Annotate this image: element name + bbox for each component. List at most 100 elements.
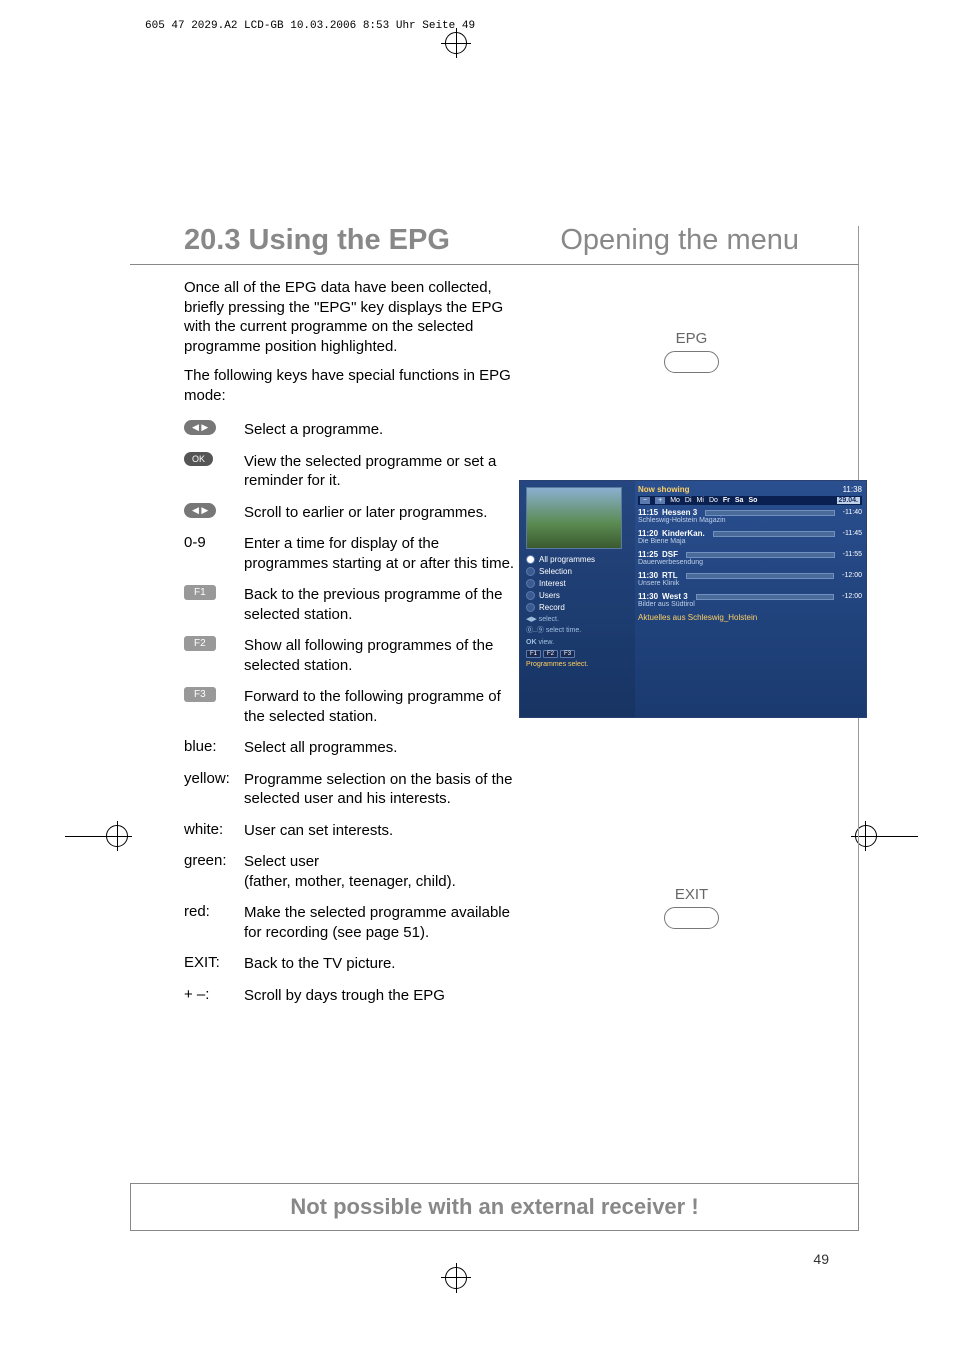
- epg-day: Fr: [723, 497, 730, 504]
- key-label: 0-9: [184, 534, 244, 573]
- epg-prog-channel: KinderKan.: [662, 529, 705, 538]
- reg-mark-cross: [865, 821, 866, 851]
- menu-dot-icon: [526, 603, 535, 612]
- epg-prog-end: -12:00: [842, 593, 862, 600]
- epg-prog-time: 11:25: [638, 550, 658, 559]
- menu-dot-icon: [526, 555, 535, 564]
- key-desc: Select a programme.: [244, 420, 524, 440]
- epg-prog-header: 11:30West 3-12:00: [638, 592, 862, 601]
- key-row: blue:Select all programmes.: [184, 738, 524, 758]
- key-row: red:Make the selected programme availabl…: [184, 903, 524, 942]
- epg-prog-title: Schleswig-Holstein Magazin: [638, 517, 862, 524]
- epg-screenshot: All programmes Selection Interest Users Reco…: [519, 480, 867, 718]
- epg-programme: 11:30West 3-12:00Bilder aus Südtirol: [638, 592, 862, 608]
- epg-button-outline: [664, 351, 719, 373]
- key-label: white:: [184, 821, 244, 841]
- epg-progress-bar: [696, 594, 834, 600]
- key-desc: Back to the previous programme of the se…: [244, 585, 524, 624]
- section-title-right: Opening the menu: [560, 224, 799, 257]
- epg-prog-end: -11:55: [843, 551, 862, 558]
- epg-menu: All programmes Selection Interest Users Reco…: [526, 555, 629, 612]
- epg-label: EPG: [664, 330, 719, 347]
- epg-topbar: Now showing 11:38: [638, 485, 862, 494]
- epg-date: 29.04.: [837, 497, 860, 504]
- title-divider: [130, 264, 859, 265]
- epg-menu-label: Record: [539, 603, 565, 612]
- print-header: 605 47 2029.A2 LCD-GB 10.03.2006 8:53 Uh…: [145, 20, 475, 32]
- key-desc: User can set interests.: [244, 821, 524, 841]
- epg-clock: 11:38: [843, 485, 862, 494]
- f-key-label: F2: [184, 636, 216, 651]
- epg-programme: 11:30RTL-12:00Unsere Klinik: [638, 571, 862, 587]
- epg-prog-select: Programmes select.: [526, 661, 629, 669]
- key-label: F1: [184, 585, 244, 624]
- epg-menu-item: Selection: [526, 567, 629, 576]
- epg-right-panel: Now showing 11:38 −+MoDiMiDoFrSaSo29.04.…: [638, 485, 862, 622]
- epg-progress-bar: [686, 573, 835, 579]
- epg-menu-label: Selection: [539, 567, 572, 576]
- menu-dot-icon: [526, 567, 535, 576]
- key-label: red:: [184, 903, 244, 942]
- key-desc: Enter a time for display of the programm…: [244, 534, 524, 573]
- epg-menu-label: Interest: [539, 579, 566, 588]
- page-number: 49: [813, 1251, 829, 1267]
- epg-prog-channel: RTL: [662, 571, 678, 580]
- epg-prog-time: 11:20: [638, 529, 658, 538]
- menu-dot-icon: [526, 591, 535, 600]
- intro-p2: The following keys have special function…: [184, 366, 524, 405]
- exit-button-outline: [664, 907, 719, 929]
- key-label: OK: [184, 452, 244, 491]
- epg-menu-item: Record: [526, 603, 629, 612]
- exit-key-illustration: EXIT: [664, 886, 719, 929]
- epg-day: Mi: [697, 497, 704, 504]
- epg-day: Sa: [735, 497, 744, 504]
- epg-prog-header: 11:15Hessen 3-11:40: [638, 508, 862, 517]
- key-label: ◀ ▶: [184, 503, 244, 523]
- epg-prog-channel: West 3: [662, 592, 688, 601]
- epg-prog-end: -12:00: [842, 572, 862, 579]
- key-label: ◀ ▶: [184, 420, 244, 440]
- epg-preview-thumbnail: [526, 487, 622, 549]
- epg-now-label: Now showing: [638, 485, 690, 494]
- epg-menu-item: Users: [526, 591, 629, 600]
- key-row: ◀ ▶Scroll to earlier or later programmes…: [184, 503, 524, 523]
- epg-prog-time: 11:15: [638, 508, 658, 517]
- epg-day: +: [655, 497, 665, 504]
- epg-prog-end: -11:40: [843, 509, 862, 516]
- epg-progress-bar: [705, 510, 834, 516]
- epg-menu-item: Interest: [526, 579, 629, 588]
- nav-ud-icon: ◀ ▶: [184, 503, 216, 518]
- epg-programme: 11:25DSF-11:55Dauerwerbesendung: [638, 550, 862, 566]
- epg-bottom-hint: Aktuelles aus Schleswig_Holstein: [638, 613, 862, 622]
- key-desc: Show all following programmes of the sel…: [244, 636, 524, 675]
- key-label: blue:: [184, 738, 244, 758]
- epg-daybar: −+MoDiMiDoFrSaSo29.04.: [638, 496, 862, 505]
- key-desc: Programme selection on the basis of the …: [244, 770, 524, 809]
- nav-lr-icon: ◀ ▶: [184, 420, 216, 435]
- reg-mark-cross: [117, 821, 118, 851]
- key-row: yellow:Programme selection on the basis …: [184, 770, 524, 809]
- epg-prog-title: Bilder aus Südtirol: [638, 601, 862, 608]
- intro-text: Once all of the EPG data have been colle…: [184, 278, 524, 415]
- key-row: green:Select user (father, mother, teena…: [184, 852, 524, 891]
- key-label: + –:: [184, 986, 244, 1006]
- key-row: + –:Scroll by days trough the EPG: [184, 986, 524, 1006]
- key-label: EXIT:: [184, 954, 244, 974]
- epg-menu-label: All programmes: [539, 555, 595, 564]
- crop-mark: [878, 836, 918, 837]
- epg-left-panel: All programmes Selection Interest Users Reco…: [520, 481, 635, 717]
- key-desc: Select all programmes.: [244, 738, 524, 758]
- intro-p1: Once all of the EPG data have been colle…: [184, 278, 524, 356]
- menu-dot-icon: [526, 579, 535, 588]
- epg-day: Mo: [670, 497, 680, 504]
- key-row: ◀ ▶ Select a programme.: [184, 420, 524, 440]
- epg-fkey: F1: [526, 650, 541, 658]
- key-function-list: ◀ ▶ Select a programme.OKView the selecte…: [184, 420, 524, 1017]
- key-desc: View the selected programme or set a rem…: [244, 452, 524, 491]
- key-row: F1Back to the previous programme of the …: [184, 585, 524, 624]
- epg-fkey: F3: [560, 650, 575, 658]
- reg-mark-cross: [456, 28, 457, 58]
- exit-label: EXIT: [664, 886, 719, 903]
- key-label: yellow:: [184, 770, 244, 809]
- key-row: white:User can set interests.: [184, 821, 524, 841]
